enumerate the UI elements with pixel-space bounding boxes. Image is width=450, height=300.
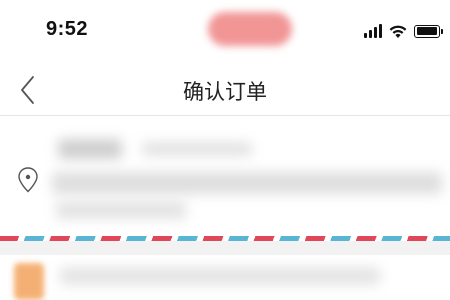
dynamic-island-indicator	[208, 12, 292, 46]
address-card[interactable]	[0, 117, 450, 239]
signal-icon	[364, 24, 382, 38]
status-bar: 9:52	[0, 0, 450, 62]
address-recipient-name	[58, 139, 122, 159]
battery-icon	[414, 24, 443, 38]
address-line-2	[56, 201, 186, 219]
address-recipient-phone	[142, 142, 252, 156]
shop-name	[60, 267, 380, 285]
page-title: 确认订单	[183, 80, 267, 104]
wifi-icon	[389, 25, 407, 38]
order-item-section	[0, 255, 450, 300]
status-icons	[364, 22, 443, 40]
shop-icon	[14, 263, 44, 300]
location-pin-icon	[18, 167, 38, 193]
status-time: 9:52	[46, 18, 89, 40]
address-line-1	[52, 172, 442, 194]
section-gap	[0, 241, 450, 255]
nav-bar: 确认订单	[0, 62, 450, 116]
